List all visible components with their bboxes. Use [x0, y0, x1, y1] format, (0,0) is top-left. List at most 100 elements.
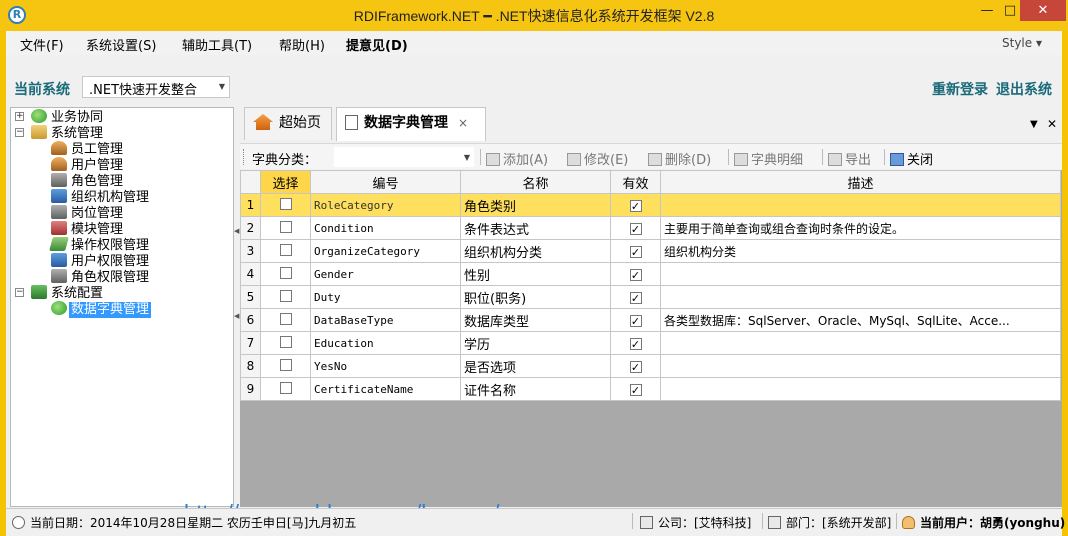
- tree-node-system-config[interactable]: 系统配置: [31, 285, 105, 301]
- code-cell[interactable]: Duty: [310, 285, 461, 309]
- menu-feedback[interactable]: 提意见(D): [346, 35, 408, 54]
- row-number-cell[interactable]: 7: [240, 331, 261, 355]
- tree-node-operation-permissions[interactable]: 操作权限管理: [49, 237, 151, 253]
- tree-node-modules[interactable]: 模块管理: [51, 221, 125, 237]
- valid-checkbox[interactable]: ✓: [629, 245, 642, 258]
- valid-checkbox[interactable]: ✓: [629, 291, 642, 304]
- code-cell[interactable]: CertificateName: [310, 377, 461, 401]
- description-cell[interactable]: [660, 262, 1061, 286]
- category-select[interactable]: ▼: [334, 147, 474, 167]
- close-button[interactable]: 关闭: [890, 149, 933, 168]
- valid-checkbox-cell[interactable]: ✓: [610, 262, 661, 286]
- collapse-icon[interactable]: −: [15, 288, 24, 297]
- select-checkbox-cell[interactable]: [260, 331, 311, 355]
- tree-node-roles[interactable]: 角色管理: [51, 173, 125, 189]
- select-checkbox[interactable]: [279, 266, 292, 279]
- description-cell[interactable]: 主要用于简单查询或组合查询时条件的设定。: [660, 216, 1061, 240]
- column-header-code[interactable]: 编号: [310, 170, 461, 194]
- select-checkbox[interactable]: [279, 197, 292, 210]
- minimize-button[interactable]: —: [974, 0, 1000, 21]
- valid-checkbox[interactable]: ✓: [629, 360, 642, 373]
- column-header-select[interactable]: 选择: [260, 170, 311, 194]
- valid-checkbox-cell[interactable]: ✓: [610, 216, 661, 240]
- column-header-valid[interactable]: 有效: [610, 170, 661, 194]
- collapse-icon[interactable]: −: [15, 128, 24, 137]
- select-checkbox-cell[interactable]: [260, 285, 311, 309]
- name-cell[interactable]: 条件表达式: [460, 216, 611, 240]
- valid-checkbox[interactable]: ✓: [629, 199, 642, 212]
- code-cell[interactable]: OrganizeCategory: [310, 239, 461, 263]
- style-menu[interactable]: Style ▾: [1002, 36, 1042, 50]
- name-cell[interactable]: 组织机构分类: [460, 239, 611, 263]
- logout-link[interactable]: 退出系统: [996, 79, 1052, 99]
- name-cell[interactable]: 角色类别: [460, 193, 611, 217]
- table-row[interactable]: 3 OrganizeCategory 组织机构分类 ✓ 组织机构分类: [240, 239, 1061, 263]
- collapse-left-icon[interactable]: ◀: [234, 227, 239, 235]
- valid-checkbox-cell[interactable]: ✓: [610, 308, 661, 332]
- row-number-cell[interactable]: 6: [240, 308, 261, 332]
- row-number-cell[interactable]: 5: [240, 285, 261, 309]
- tab-data-dictionary[interactable]: 数据字典管理 ×: [336, 107, 486, 141]
- row-number-cell[interactable]: 9: [240, 377, 261, 401]
- menu-system-settings[interactable]: 系统设置(S): [86, 35, 156, 54]
- description-cell[interactable]: [660, 331, 1061, 355]
- select-checkbox-cell[interactable]: [260, 216, 311, 240]
- select-checkbox-cell[interactable]: [260, 193, 311, 217]
- valid-checkbox[interactable]: ✓: [629, 314, 642, 327]
- name-cell[interactable]: 学历: [460, 331, 611, 355]
- select-checkbox[interactable]: [279, 220, 292, 233]
- add-button[interactable]: 添加(A): [486, 149, 548, 168]
- column-header-description[interactable]: 描述: [660, 170, 1061, 194]
- menu-tools[interactable]: 辅助工具(T): [182, 35, 252, 54]
- code-cell[interactable]: DataBaseType: [310, 308, 461, 332]
- tree-node-posts[interactable]: 岗位管理: [51, 205, 125, 221]
- select-checkbox[interactable]: [279, 289, 292, 302]
- tree-node-system-management[interactable]: 系统管理: [31, 125, 105, 141]
- table-row[interactable]: 6 DataBaseType 数据库类型 ✓ 各类型数据库：SqlServer、Orac…: [240, 308, 1061, 332]
- name-cell[interactable]: 数据库类型: [460, 308, 611, 332]
- dictionary-details-button[interactable]: 字典明细: [734, 149, 803, 168]
- description-cell[interactable]: [660, 354, 1061, 378]
- tree-node-organization[interactable]: 组织机构管理: [51, 189, 151, 205]
- toolbar-grip[interactable]: [243, 149, 246, 165]
- select-checkbox[interactable]: [279, 243, 292, 256]
- select-checkbox-cell[interactable]: [260, 239, 311, 263]
- code-cell[interactable]: Gender: [310, 262, 461, 286]
- valid-checkbox[interactable]: ✓: [629, 268, 642, 281]
- tab-start-page[interactable]: 超始页: [244, 107, 332, 140]
- close-all-tabs-icon[interactable]: ✕: [1047, 117, 1057, 131]
- valid-checkbox-cell[interactable]: ✓: [610, 193, 661, 217]
- tree-node-staff[interactable]: 员工管理: [51, 141, 125, 157]
- valid-checkbox[interactable]: ✓: [629, 383, 642, 396]
- row-number-cell[interactable]: 1: [240, 193, 261, 217]
- table-row[interactable]: 2 Condition 条件表达式 ✓ 主要用于简单查询或组合查询时条件的设定。: [240, 216, 1061, 240]
- menu-file[interactable]: 文件(F): [20, 35, 64, 54]
- code-cell[interactable]: Condition: [310, 216, 461, 240]
- system-select[interactable]: .NET快速开发整合 ▼: [82, 76, 230, 98]
- name-cell[interactable]: 职位(职务): [460, 285, 611, 309]
- tree-node-role-permissions[interactable]: 角色权限管理: [51, 269, 151, 285]
- description-cell[interactable]: [660, 377, 1061, 401]
- maximize-button[interactable]: □: [1000, 0, 1020, 21]
- tree-node-user-permissions[interactable]: 用户权限管理: [51, 253, 151, 269]
- collapse-left-icon[interactable]: ◀: [234, 312, 239, 320]
- valid-checkbox[interactable]: ✓: [629, 337, 642, 350]
- relogin-link[interactable]: 重新登录: [932, 79, 988, 99]
- name-cell[interactable]: 是否选项: [460, 354, 611, 378]
- description-cell[interactable]: 各类型数据库：SqlServer、Oracle、MySql、SqlLite、Ac…: [660, 308, 1061, 332]
- select-checkbox-cell[interactable]: [260, 354, 311, 378]
- tree-node-data-dictionary[interactable]: 数据字典管理: [51, 301, 152, 318]
- valid-checkbox-cell[interactable]: ✓: [610, 377, 661, 401]
- edit-button[interactable]: 修改(E): [567, 149, 628, 168]
- select-checkbox-cell[interactable]: [260, 262, 311, 286]
- code-cell[interactable]: YesNo: [310, 354, 461, 378]
- select-checkbox[interactable]: [279, 312, 292, 325]
- table-row[interactable]: 9 CertificateName 证件名称 ✓: [240, 377, 1061, 401]
- table-row[interactable]: 5 Duty 职位(职务) ✓: [240, 285, 1061, 309]
- tab-list-dropdown-icon[interactable]: ▼: [1030, 119, 1038, 130]
- close-tab-icon[interactable]: ×: [458, 116, 468, 130]
- table-row[interactable]: 7 Education 学历 ✓: [240, 331, 1061, 355]
- valid-checkbox-cell[interactable]: ✓: [610, 285, 661, 309]
- code-cell[interactable]: Education: [310, 331, 461, 355]
- delete-button[interactable]: 删除(D): [648, 149, 711, 168]
